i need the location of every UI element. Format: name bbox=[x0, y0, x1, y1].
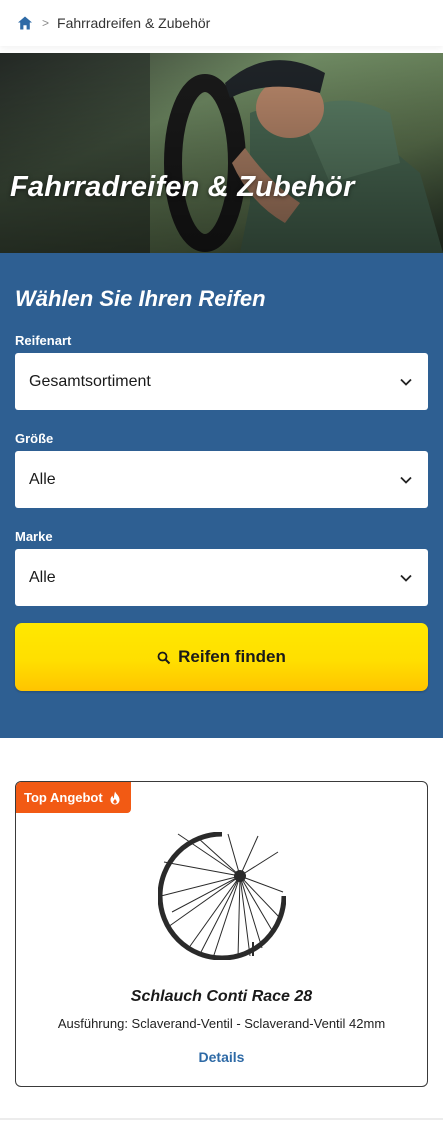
finder-heading: Wählen Sie Ihren Reifen bbox=[15, 286, 266, 311]
brand-value: Alle bbox=[29, 568, 56, 586]
flame-icon bbox=[109, 791, 121, 805]
tire-finder: Wählen Sie Ihren Reifen Reifenart Gesamt… bbox=[0, 253, 443, 738]
breadcrumb-current: Fahrradreifen & Zubehör bbox=[57, 15, 211, 31]
tire-type-value: Gesamtsortiment bbox=[29, 372, 151, 390]
bicycle-wheel-image bbox=[158, 832, 286, 960]
size-value: Alle bbox=[29, 470, 56, 488]
find-tires-button[interactable]: Reifen finden bbox=[15, 623, 428, 691]
details-link[interactable]: Details bbox=[16, 1049, 427, 1065]
product-title[interactable]: Schlauch Conti Race 28 bbox=[16, 988, 427, 1006]
brand-select[interactable]: Alle bbox=[15, 549, 428, 606]
size-select[interactable]: Alle bbox=[15, 451, 428, 508]
breadcrumb: > Fahrradreifen & Zubehör bbox=[0, 0, 443, 46]
search-icon bbox=[157, 650, 171, 665]
find-tires-label: Reifen finden bbox=[178, 647, 286, 666]
size-label: Größe bbox=[15, 431, 54, 446]
home-icon[interactable] bbox=[17, 15, 33, 31]
product-description: Ausführung: Sclaverand-Ventil - Sclavera… bbox=[57, 1016, 386, 1031]
tire-type-select[interactable]: Gesamtsortiment bbox=[15, 353, 428, 410]
hero-banner: Fahrradreifen & Zubehör bbox=[0, 53, 443, 253]
page-title: Fahrradreifen & Zubehör bbox=[10, 171, 355, 203]
breadcrumb-separator: > bbox=[42, 16, 50, 30]
badge-label: Top Angebot bbox=[24, 790, 103, 805]
tire-type-label: Reifenart bbox=[15, 333, 72, 348]
divider bbox=[0, 1118, 443, 1120]
top-offer-badge: Top Angebot bbox=[16, 782, 131, 813]
product-card[interactable]: Top Angebot Schlauch Conti Race 28 Ausfü… bbox=[15, 781, 428, 1087]
brand-label: Marke bbox=[15, 529, 53, 544]
chevron-down-icon bbox=[399, 473, 413, 487]
chevron-down-icon bbox=[399, 375, 413, 389]
chevron-down-icon bbox=[399, 571, 413, 585]
hero-image bbox=[0, 53, 443, 253]
